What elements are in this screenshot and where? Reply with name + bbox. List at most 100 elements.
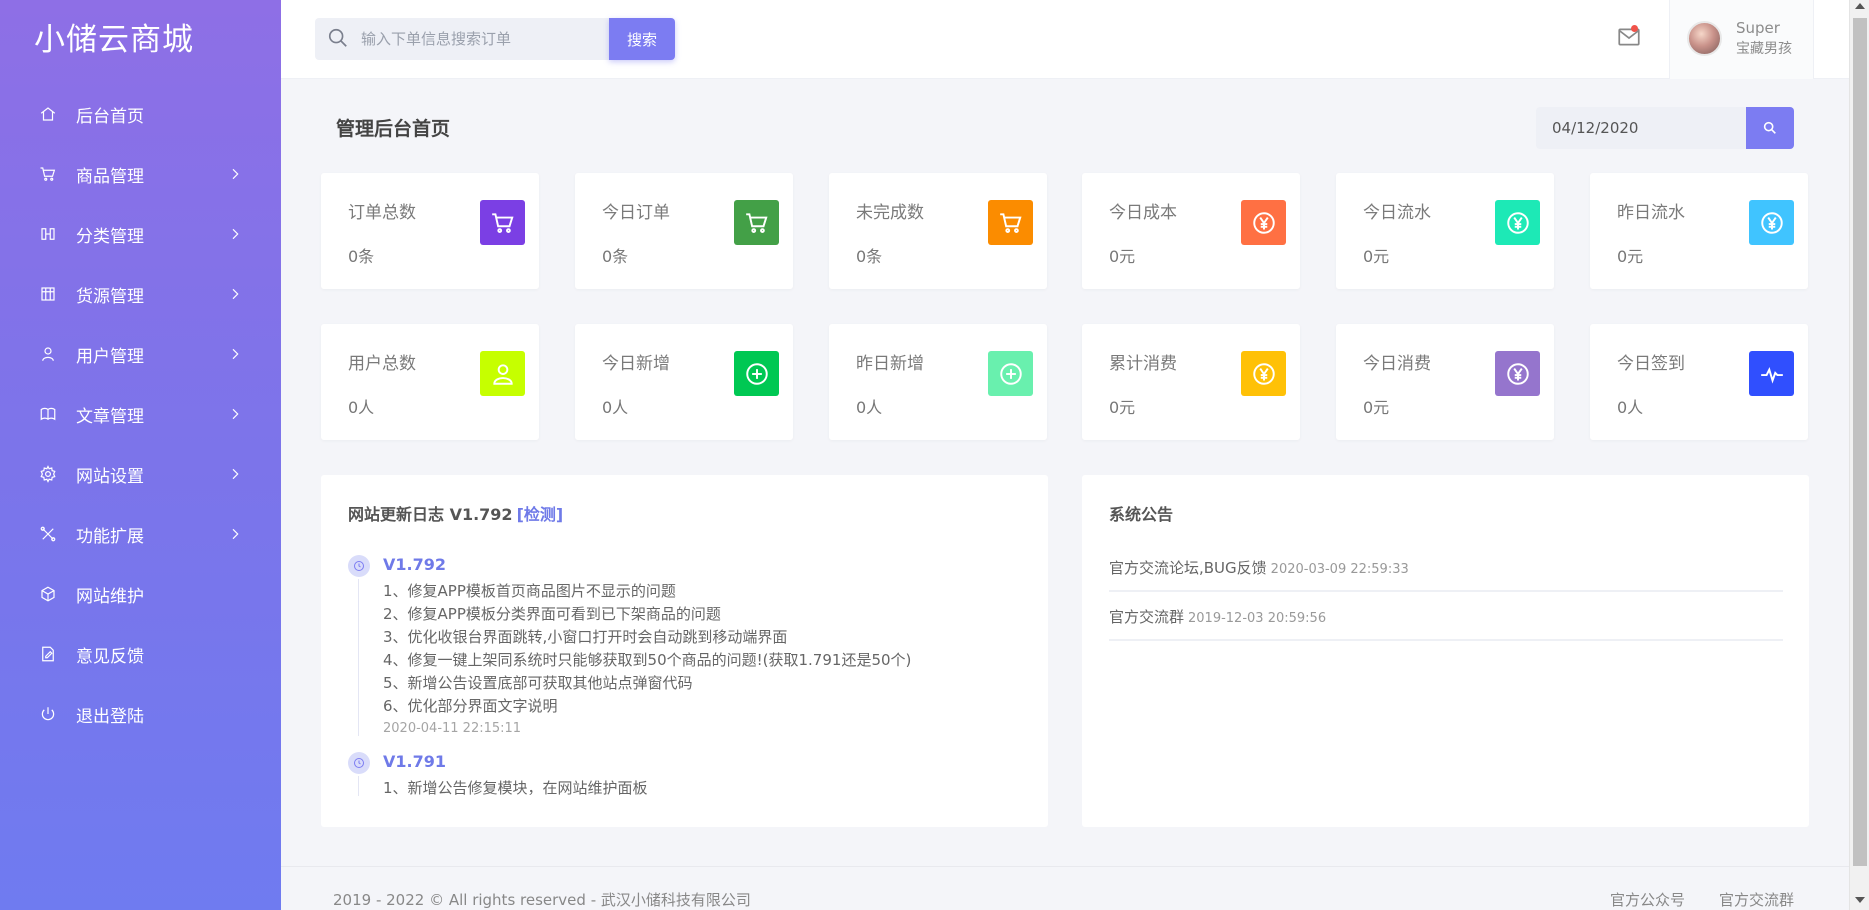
sidebar-item-3[interactable]: 分类管理 [0,204,281,264]
timeline-line [358,776,359,796]
stat-card: 昨日流水 0元 [1590,173,1808,289]
footer-link-group[interactable]: 官方交流群 [1719,889,1794,910]
changelog-item: 2、修复APP模板分类界面可看到已下架商品的问题 [383,605,721,623]
stat-card: 今日消费 0元 [1336,324,1554,440]
sidebar-item-2[interactable]: 商品管理 [0,144,281,204]
sidebar-item-label: 网站维护 [76,586,144,607]
announcement-panel: 系统公告 官方交流论坛,BUG反馈 2020-03-09 22:59:33 官方交流… [1082,475,1809,827]
sidebar-item-label: 功能扩展 [76,526,144,547]
chevron-right-icon [227,406,243,422]
announcement-title: 系统公告 [1109,505,1174,524]
announcement-text[interactable]: 官方交流群 [1109,608,1184,626]
sidebar: 小储云商城 后台首页商品管理分类管理货源管理用户管理文章管理网站设置功能扩展网站… [0,0,281,910]
gear-icon [38,464,58,484]
sidebar-item-label: 退出登陆 [76,706,144,727]
stat-value: 0元 [1363,398,1390,417]
sidebar-item-1[interactable]: 后台首页 [0,84,281,144]
brand-logo[interactable]: 小储云商城 [34,14,194,59]
stat-value: 0条 [348,247,375,266]
announcement-item[interactable]: 官方交流论坛,BUG反馈 2020-03-09 22:59:33 [1109,557,1783,592]
clock-icon [348,752,370,774]
search-button[interactable]: 搜索 [609,18,675,60]
search-icon [327,27,351,51]
stat-label: 未完成数 [856,203,924,223]
users-icon [480,351,525,396]
footer: 2019 - 2022 © All rights reserved - 武汉小储… [281,866,1849,910]
scroll-up-arrow[interactable] [1855,3,1865,9]
stat-card: 今日流水 0元 [1336,173,1554,289]
chevron-right-icon [227,466,243,482]
sidebar-item-8[interactable]: 功能扩展 [0,504,281,564]
sidebar-item-7[interactable]: 网站设置 [0,444,281,504]
announcement-text[interactable]: 官方交流论坛,BUG反馈 [1109,559,1267,577]
mail-icon[interactable] [1616,24,1644,52]
stat-value: 0人 [602,398,629,417]
sidebar-item-label: 文章管理 [76,406,144,427]
notification-dot [1631,25,1638,32]
sidebar-menu: 后台首页商品管理分类管理货源管理用户管理文章管理网站设置功能扩展网站维护意见反馈… [0,84,281,744]
user-menu[interactable]: Super 宝藏男孩 [1669,0,1814,79]
footer-link-wechat[interactable]: 官方公众号 [1610,889,1685,910]
changelog-entry: V1.791 1、新增公告修复模块，在网站维护面板 [348,750,1038,796]
stat-value: 0人 [348,398,375,417]
sidebar-item-label: 网站设置 [76,466,144,487]
stat-value: 0条 [602,247,629,266]
stat-card: 今日订单 0条 [575,173,793,289]
stat-label: 订单总数 [348,203,416,223]
sidebar-item-10[interactable]: 意见反馈 [0,624,281,684]
order-search-input[interactable] [361,30,591,48]
cart-icon [988,200,1033,245]
stat-value: 0元 [1109,398,1136,417]
cube-icon [38,584,58,604]
changelog-item: 3、优化收银台界面跳转,小窗口打开时会自动跳到移动端界面 [383,628,788,646]
vertical-scrollbar[interactable] [1849,0,1869,910]
sidebar-item-label: 意见反馈 [76,646,144,667]
stat-value: 0元 [1617,247,1644,266]
stat-label: 累计消费 [1109,354,1177,374]
sidebar-item-11[interactable]: 退出登陆 [0,684,281,744]
chevron-right-icon [227,166,243,182]
chevron-right-icon [227,286,243,302]
stat-label: 昨日流水 [1617,203,1685,223]
yen-icon [1495,351,1540,396]
date-search-button[interactable] [1746,107,1794,149]
changelog-panel: 网站更新日志 V1.792 [检测] V1.792 1、修复APP模板首页商品图片不… [321,475,1048,827]
chevron-right-icon [227,526,243,542]
stat-card: 未完成数 0条 [829,173,1047,289]
announcement-time: 2019-12-03 20:59:56 [1188,611,1327,626]
power-icon [38,704,58,724]
sidebar-item-label: 用户管理 [76,346,144,367]
stat-label: 昨日新增 [856,354,924,374]
stat-card: 今日新增 0人 [575,324,793,440]
book-icon [38,404,58,424]
stat-card: 用户总数 0人 [321,324,539,440]
search-icon [1763,121,1776,134]
user-role: 宝藏男孩 [1736,41,1792,57]
cart-icon [38,164,58,184]
changelog-entry: V1.792 1、修复APP模板首页商品图片不显示的问题 2、修复APP模板分类界面… [348,553,1038,736]
stat-value: 0人 [856,398,883,417]
yen-icon [1241,351,1286,396]
stat-value: 0人 [1617,398,1644,417]
scroll-down-arrow[interactable] [1855,897,1865,903]
stat-label: 今日流水 [1363,203,1431,223]
sidebar-item-label: 后台首页 [76,106,144,127]
check-update-link[interactable]: [检测] [517,505,564,524]
stat-card: 今日成本 0元 [1082,173,1300,289]
columns-icon [38,224,58,244]
sidebar-item-label: 分类管理 [76,226,144,247]
changelog-timeline[interactable]: V1.792 1、修复APP模板首页商品图片不显示的问题 2、修复APP模板分类界面… [348,553,1038,796]
sidebar-item-6[interactable]: 文章管理 [0,384,281,444]
stat-label: 今日新增 [602,354,670,374]
sidebar-item-9[interactable]: 网站维护 [0,564,281,624]
date-input[interactable]: 04/12/2020 [1536,107,1746,149]
stat-label: 今日订单 [602,203,670,223]
sidebar-item-4[interactable]: 货源管理 [0,264,281,324]
stat-value: 0元 [1109,247,1136,266]
announcement-item[interactable]: 官方交流群 2019-12-03 20:59:56 [1109,606,1783,641]
yen-icon [1495,200,1540,245]
sidebar-item-5[interactable]: 用户管理 [0,324,281,384]
top-header: 搜索 Super 宝藏男孩 [281,0,1849,79]
scroll-thumb[interactable] [1853,18,1867,866]
tools-icon [38,524,58,544]
